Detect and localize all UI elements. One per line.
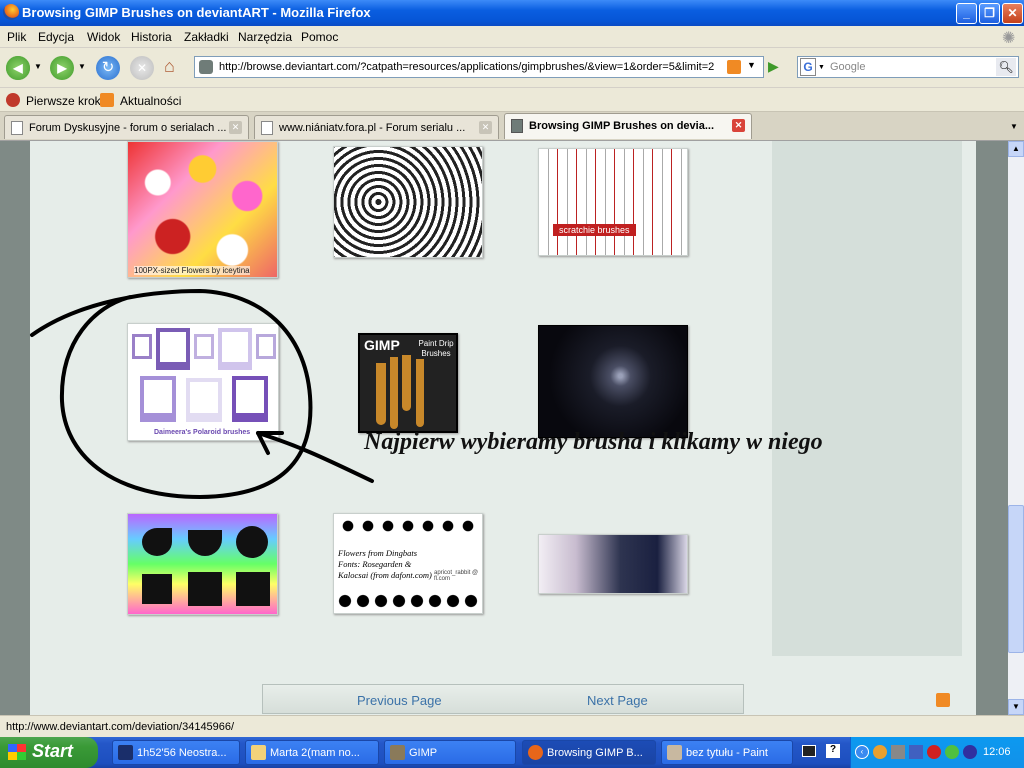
back-button[interactable]: ◀ [6,56,30,80]
menu-help[interactable]: Pomoc [301,30,338,44]
menu-file[interactable]: Plik [7,30,26,44]
tray-app-icon[interactable] [945,745,959,759]
tab-list-dropdown-icon[interactable]: ▼ [1010,122,1018,131]
search-magnifier-icon[interactable]: 🔍︎ [996,58,1016,76]
window-title-bar[interactable]: Browsing GIMP Brushes on deviantART - Mo… [0,0,1024,26]
menu-tools[interactable]: Narzędzia [238,30,292,44]
reload-button[interactable]: ↻ [96,56,120,80]
tab-nianiatv-forum[interactable]: www.niániatv.fora.pl - Forum serialu ...… [254,115,499,139]
taskbar-button-neostrada[interactable]: 1h52'56 Neostra... [112,740,240,765]
menu-bookmarks[interactable]: Zakładki [184,30,229,44]
url-bar[interactable]: http://browse.deviantart.com/?catpath=re… [194,56,764,78]
bookmark-getting-started[interactable]: Pierwsze kroki [26,94,103,108]
go-button[interactable]: ▶ [768,58,779,75]
menu-bar: Plik Edycja Widok Historia Zakładki Narz… [0,26,1024,48]
envelope-icon [251,745,266,760]
search-engine-icon[interactable]: G [800,58,816,76]
scroll-up-icon[interactable]: ▲ [1008,141,1024,157]
status-bar: http://www.deviantart.com/deviation/3414… [0,715,1024,737]
search-input[interactable]: Google [830,61,865,73]
annotation-text: Najpierw wybieramy brusha i klikamy w ni… [364,429,823,455]
firefox-icon [3,4,19,20]
menu-history[interactable]: Historia [131,30,172,44]
tab-forum-dyskusyjne[interactable]: Forum Dyskusyjne - forum o serialach ...… [4,115,249,139]
tray-app-icon[interactable] [963,745,977,759]
page-content: 100PX-sized Flowers by iceytina scratchi… [0,141,1008,715]
tab-close-icon[interactable]: ✕ [229,121,242,134]
vertical-scrollbar[interactable]: ▲ ▼ [1008,141,1024,715]
circle-annotation [30,288,313,500]
tray-app-icon[interactable] [891,745,905,759]
taskbar-button-mail[interactable]: Marta 2(mam no... [245,740,379,765]
annotation-drawing [30,288,374,500]
taskbar-button-firefox[interactable]: Browsing GIMP B... [522,740,656,765]
tab-close-icon[interactable]: ✕ [479,121,492,134]
scroll-thumb[interactable] [1008,505,1024,653]
windows-logo-icon [8,744,26,760]
app-icon [118,745,133,760]
stop-button[interactable]: ✕ [130,56,154,80]
deviantart-icon [511,119,523,133]
tray-app-icon[interactable] [873,745,887,759]
system-tray: ‹ 12:06 [850,737,1024,768]
close-button[interactable]: ✕ [1002,3,1023,24]
search-box[interactable]: G ▼ Google 🔍︎ [797,56,1019,78]
page-icon [261,121,273,135]
back-history-arrow-icon[interactable]: ▼ [34,62,42,71]
page-icon [11,121,23,135]
bookmark-firefox-icon [6,93,20,107]
rss-feed-icon[interactable] [727,60,741,74]
tray-app-icon[interactable] [927,745,941,759]
throbber-icon: ✺ [1002,30,1016,47]
home-button[interactable]: ⌂ [164,56,186,78]
clock: 12:06 [983,746,1011,758]
start-button[interactable]: Start [0,737,98,768]
site-favicon-icon [199,60,213,74]
help-icon[interactable]: ? [826,744,840,758]
url-text[interactable]: http://browse.deviantart.com/?catpath=re… [219,61,719,73]
menu-view[interactable]: Widok [87,30,120,44]
menu-edit[interactable]: Edycja [38,30,74,44]
window-title: Browsing GIMP Brushes on deviantART - Mo… [22,5,371,20]
keyboard-icon[interactable] [802,745,816,757]
forward-history-arrow-icon[interactable]: ▼ [78,62,86,71]
tab-browsing-gimp-brushes[interactable]: Browsing GIMP Brushes on devia... ✕ [504,113,752,139]
taskbar-button-gimp[interactable]: GIMP [384,740,516,765]
url-dropdown-icon[interactable]: ▼ [747,60,756,70]
paint-icon [667,745,682,760]
search-engine-dropdown-icon[interactable]: ▼ [818,64,825,71]
tray-app-icon[interactable] [909,745,923,759]
taskbar-button-paint[interactable]: bez tytułu - Paint [661,740,793,765]
bookmarks-toolbar: Pierwsze kroki Aktualności [0,88,1024,112]
gimp-icon [390,745,405,760]
forward-button[interactable]: ▶ [50,56,74,80]
arrow-shaft [256,431,374,483]
status-text: http://www.deviantart.com/deviation/3414… [6,721,235,733]
minimize-button[interactable]: _ [956,3,977,24]
firefox-icon [528,745,543,760]
maximize-button[interactable]: ❐ [979,3,1000,24]
tab-close-icon[interactable]: ✕ [732,119,745,132]
scroll-down-icon[interactable]: ▼ [1008,699,1024,715]
bookmark-latest-headlines[interactable]: Aktualności [120,94,181,108]
bookmark-rss-icon [100,93,114,107]
tray-expand-icon[interactable]: ‹ [855,745,869,759]
